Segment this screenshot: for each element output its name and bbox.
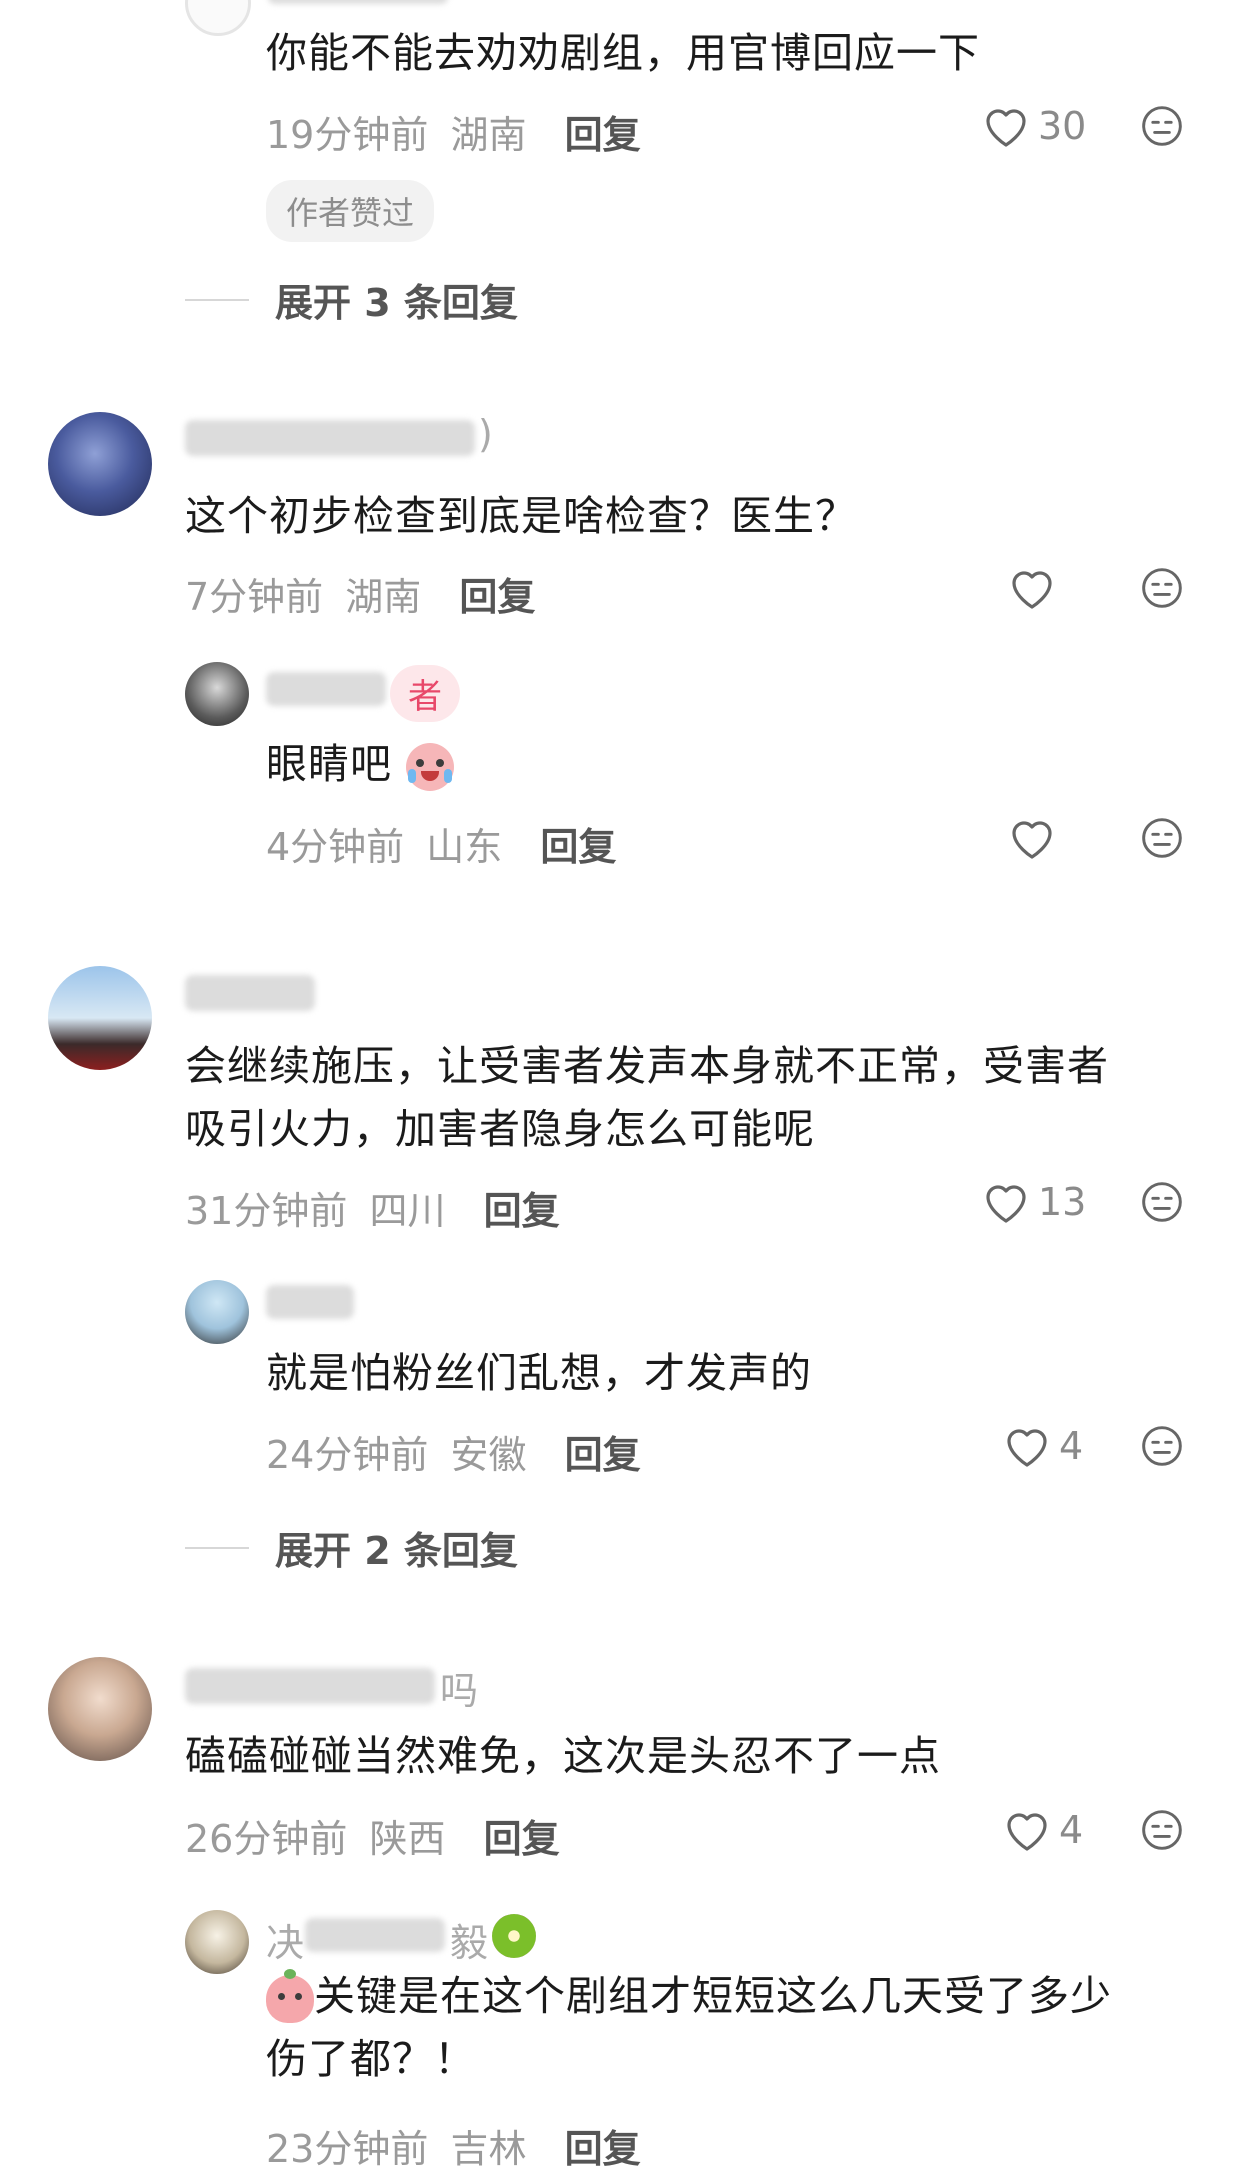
meta-row: 24分钟前 安徽 回复 (266, 1424, 641, 1479)
username-blurred (185, 1668, 435, 1704)
reply-text: 你能不能去劝劝剧组，用官博回应一下 (266, 29, 980, 77)
timestamp: 19分钟前 (266, 113, 429, 157)
expand-replies-button[interactable]: 展开 3 条回复 (185, 272, 518, 327)
reply-button[interactable]: 回复 (484, 1817, 560, 1861)
avatar[interactable] (185, 0, 251, 36)
neutral-face-icon (1142, 818, 1182, 858)
heart-icon (1007, 1429, 1047, 1467)
username-blurred (266, 672, 386, 706)
like-button[interactable] (1008, 816, 1056, 860)
dislike-button[interactable] (1140, 1180, 1184, 1224)
reply-text: 眼睛吧 (266, 733, 455, 796)
username-blurred (185, 420, 475, 456)
reply-text-line: 伤了都？！ (266, 2035, 476, 2083)
reply-text-content: 眼睛吧 (266, 740, 392, 788)
heart-icon (986, 1185, 1026, 1223)
neutral-face-icon (1142, 1426, 1182, 1466)
neutral-face-icon (1142, 1182, 1182, 1222)
comment-text-line: 吸引火力，加害者隐身怎么可能呢 (185, 1105, 815, 1153)
comment-text-line: 会继续施压，让受害者发声本身就不正常，受害者 (185, 1042, 1109, 1090)
heart-icon (986, 109, 1026, 147)
username-tail: 吗 (440, 1669, 479, 1713)
like-button[interactable]: 30 (982, 104, 1086, 148)
reply-text: 就是怕粉丝们乱想，才发声的 (266, 1349, 812, 1397)
like-count: 13 (1038, 1180, 1087, 1224)
heart-icon (1012, 821, 1052, 859)
location: 四川 (369, 1189, 446, 1233)
dislike-button[interactable] (1140, 104, 1184, 148)
meta-row: 31分钟前 四川 回复 (185, 1180, 560, 1235)
author-badge: 者 (390, 665, 460, 722)
username-blurred (305, 1918, 445, 1952)
avatar[interactable] (185, 1280, 249, 1344)
like-button[interactable]: 13 (982, 1180, 1086, 1224)
neutral-face-icon (1142, 106, 1182, 146)
divider-line (185, 1546, 249, 1549)
avatar[interactable] (185, 662, 249, 726)
peach-emoji-icon (266, 1969, 314, 2023)
neutral-face-icon (1142, 568, 1182, 608)
timestamp: 26分钟前 (185, 1817, 348, 1861)
reply-button[interactable]: 回复 (565, 113, 641, 157)
username-blurred (185, 975, 315, 1011)
avatar[interactable] (48, 412, 152, 516)
reply-button[interactable]: 回复 (565, 1433, 641, 1477)
username-tail: 毅 (450, 1921, 489, 1965)
crying-emoji-icon (406, 743, 455, 791)
like-count: 30 (1038, 104, 1087, 148)
location: 陕西 (369, 1817, 446, 1861)
heart-icon (1007, 1813, 1047, 1851)
like-button[interactable]: 4 (1003, 1424, 1083, 1468)
username-tail: ) (478, 412, 493, 456)
username-blurred (268, 0, 448, 4)
timestamp: 24分钟前 (266, 1433, 429, 1477)
comment-text: 会继续施压，让受害者发声本身就不正常，受害者 吸引火力，加害者隐身怎么可能呢 (185, 1035, 1109, 1161)
like-button[interactable] (1008, 566, 1056, 610)
avatar[interactable] (185, 1910, 249, 1974)
kiwi-icon (492, 1914, 536, 1958)
meta-row: 7分钟前 湖南 回复 (185, 566, 535, 621)
expand-label: 展开 3 条回复 (275, 281, 518, 325)
dislike-button[interactable] (1140, 1808, 1184, 1852)
avatar[interactable] (48, 966, 152, 1070)
location: 湖南 (450, 113, 527, 157)
divider-line (185, 298, 249, 301)
meta-row: 4分钟前 山东 回复 (266, 816, 616, 871)
reply-button[interactable]: 回复 (484, 1189, 560, 1233)
like-count: 4 (1059, 1424, 1084, 1468)
dislike-button[interactable] (1140, 566, 1184, 610)
like-button[interactable]: 4 (1003, 1808, 1083, 1852)
meta-row: 26分钟前 陕西 回复 (185, 1808, 560, 1863)
expand-replies-button[interactable]: 展开 2 条回复 (185, 1520, 518, 1575)
like-count: 4 (1059, 1808, 1084, 1852)
reply-button[interactable]: 回复 (459, 575, 535, 619)
timestamp: 4分钟前 (266, 825, 405, 869)
location: 湖南 (345, 575, 422, 619)
meta-row: 19分钟前 湖南 回复 (266, 104, 641, 159)
avatar[interactable] (48, 1657, 152, 1761)
location: 吉林 (450, 2127, 527, 2171)
dislike-button[interactable] (1140, 1424, 1184, 1468)
comment-text: 这个初步检查到底是啥检查？医生？ (185, 492, 857, 540)
neutral-face-icon (1142, 1810, 1182, 1850)
author-liked-chip: 作者赞过 (266, 180, 435, 242)
expand-label: 展开 2 条回复 (275, 1529, 518, 1573)
location: 山东 (426, 825, 503, 869)
location: 安徽 (450, 1433, 527, 1477)
username-blurred (266, 1285, 354, 1319)
timestamp: 23分钟前 (266, 2127, 429, 2171)
timestamp: 31分钟前 (185, 1189, 348, 1233)
dislike-button[interactable] (1140, 816, 1184, 860)
heart-icon (1012, 571, 1052, 609)
reply-text: 关键是在这个剧组才短短这么几天受了多少 伤了都？！ (266, 1965, 1112, 2091)
reply-text-line: 关键是在这个剧组才短短这么几天受了多少 (314, 1972, 1112, 2020)
timestamp: 7分钟前 (185, 575, 324, 619)
reply-button[interactable]: 回复 (565, 2127, 641, 2171)
comment-text: 磕磕碰碰当然难免，这次是头忍不了一点 (185, 1732, 941, 1780)
reply-button[interactable]: 回复 (540, 825, 616, 869)
username-head: 决 (266, 1921, 305, 1965)
